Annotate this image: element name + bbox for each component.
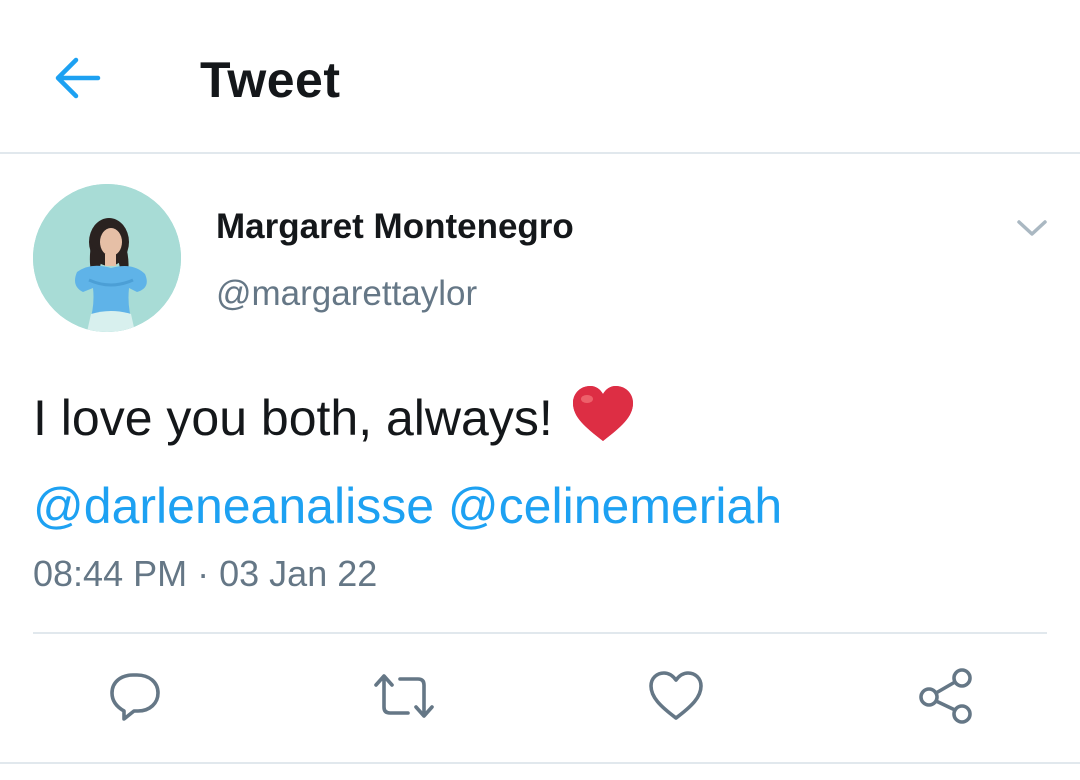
retweet-button[interactable] bbox=[372, 664, 436, 728]
divider bbox=[0, 762, 1080, 764]
timestamp-separator: · bbox=[197, 553, 210, 594]
tweet-text: I love you both, always! bbox=[33, 390, 553, 446]
reply-button[interactable] bbox=[103, 664, 167, 728]
like-button[interactable] bbox=[644, 664, 708, 728]
tweet-timestamp: 08:44 PM · 03 Jan 22 bbox=[33, 552, 377, 596]
arrow-left-icon bbox=[55, 57, 101, 99]
page-title: Tweet bbox=[200, 52, 341, 108]
divider bbox=[33, 632, 1047, 634]
tweet-menu-button[interactable] bbox=[1010, 206, 1054, 250]
app-header: Tweet bbox=[0, 0, 1080, 154]
share-icon bbox=[919, 668, 972, 724]
share-button[interactable] bbox=[914, 664, 978, 728]
tweet-time: 08:44 PM bbox=[33, 553, 188, 594]
tweet-body: I love you both, always! @darleneanaliss… bbox=[33, 378, 1043, 546]
author-handle[interactable]: @margarettaylor bbox=[216, 272, 477, 316]
mention-link[interactable]: @darleneanalisse bbox=[33, 478, 434, 534]
like-icon bbox=[649, 671, 703, 720]
profile-photo bbox=[33, 184, 181, 332]
mention-link[interactable]: @celinemeriah bbox=[448, 478, 782, 534]
tweet-mentions-line: @darleneanalisse @celinemeriah bbox=[33, 466, 1043, 546]
back-button[interactable] bbox=[48, 50, 106, 106]
reply-icon bbox=[110, 673, 160, 721]
tweet-date: 03 Jan 22 bbox=[219, 553, 378, 594]
retweet-icon bbox=[374, 674, 434, 718]
chevron-down-icon bbox=[1017, 220, 1047, 236]
author-display-name[interactable]: Margaret Montenegro bbox=[216, 205, 574, 249]
red-heart-icon bbox=[571, 385, 635, 466]
avatar[interactable] bbox=[33, 184, 181, 332]
tweet-text-line: I love you both, always! bbox=[33, 378, 1043, 466]
